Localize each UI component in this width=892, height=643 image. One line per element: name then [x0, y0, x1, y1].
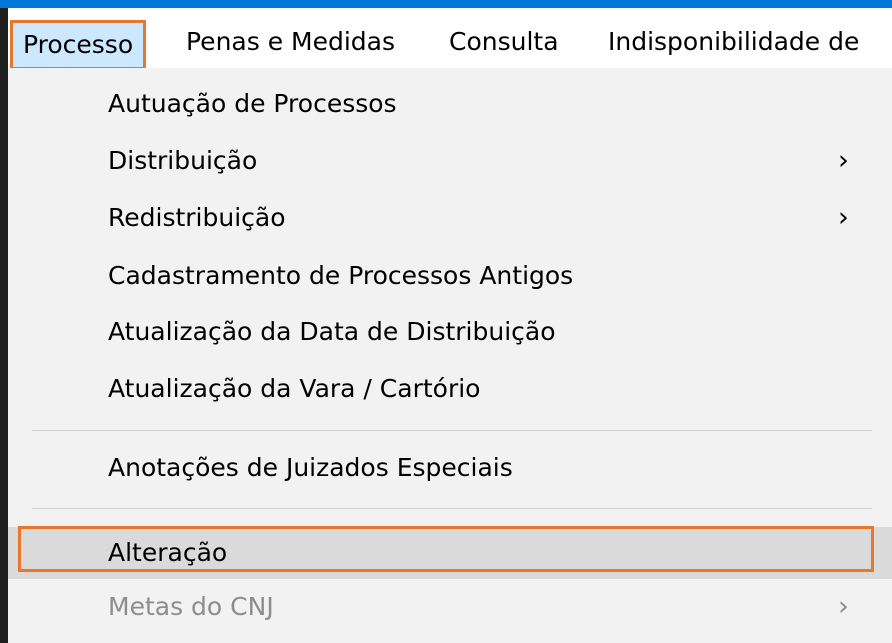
menu-item-label: Atualização da Vara / Cartório — [108, 374, 481, 403]
chevron-right-icon: › — [838, 202, 849, 233]
chevron-right-icon: › — [838, 591, 849, 622]
menu-separator — [32, 430, 872, 431]
alteracao-highlight-outline — [18, 526, 874, 572]
menu-item-label: Anotações de Juizados Especiais — [108, 453, 513, 482]
menu-indisponibilidade[interactable]: Indisponibilidade de — [608, 22, 859, 62]
menu-item-atualizacao-vara-cartorio[interactable]: Atualização da Vara / Cartório — [8, 363, 892, 415]
menu-item-label: Atualização da Data de Distribuição — [108, 317, 556, 346]
menu-item-label: Distribuição — [108, 146, 258, 175]
menu-bar: Processo Penas e Medidas Consulta Indisp… — [8, 8, 892, 70]
menu-penas-e-medidas[interactable]: Penas e Medidas — [186, 22, 395, 62]
chevron-right-icon: › — [838, 145, 849, 176]
menu-item-label: Redistribuição — [108, 203, 286, 232]
window-title-strip — [0, 0, 892, 8]
menu-item-atualizacao-data-distribuicao[interactable]: Atualização da Data de Distribuição — [8, 306, 892, 358]
menu-item-label: Cadastramento de Processos Antigos — [108, 261, 574, 290]
menu-item-label: Autuação de Processos — [108, 89, 397, 118]
menu-item-label: Metas do CNJ — [108, 592, 274, 621]
menu-processo[interactable]: Processo — [10, 20, 147, 70]
menu-item-autuacao-de-processos[interactable]: Autuação de Processos — [8, 78, 892, 130]
menu-item-distribuicao[interactable]: Distribuição › — [8, 135, 892, 187]
menu-item-cadastramento-de-processos-antigos[interactable]: Cadastramento de Processos Antigos — [8, 250, 892, 302]
menu-item-metas-do-cnj: Metas do CNJ › — [8, 581, 892, 633]
menu-separator — [32, 508, 872, 509]
menu-consulta[interactable]: Consulta — [449, 22, 559, 62]
menu-item-anotacoes-juizados-especiais[interactable]: Anotações de Juizados Especiais — [8, 442, 892, 494]
menu-item-redistribuicao[interactable]: Redistribuição › — [8, 192, 892, 244]
